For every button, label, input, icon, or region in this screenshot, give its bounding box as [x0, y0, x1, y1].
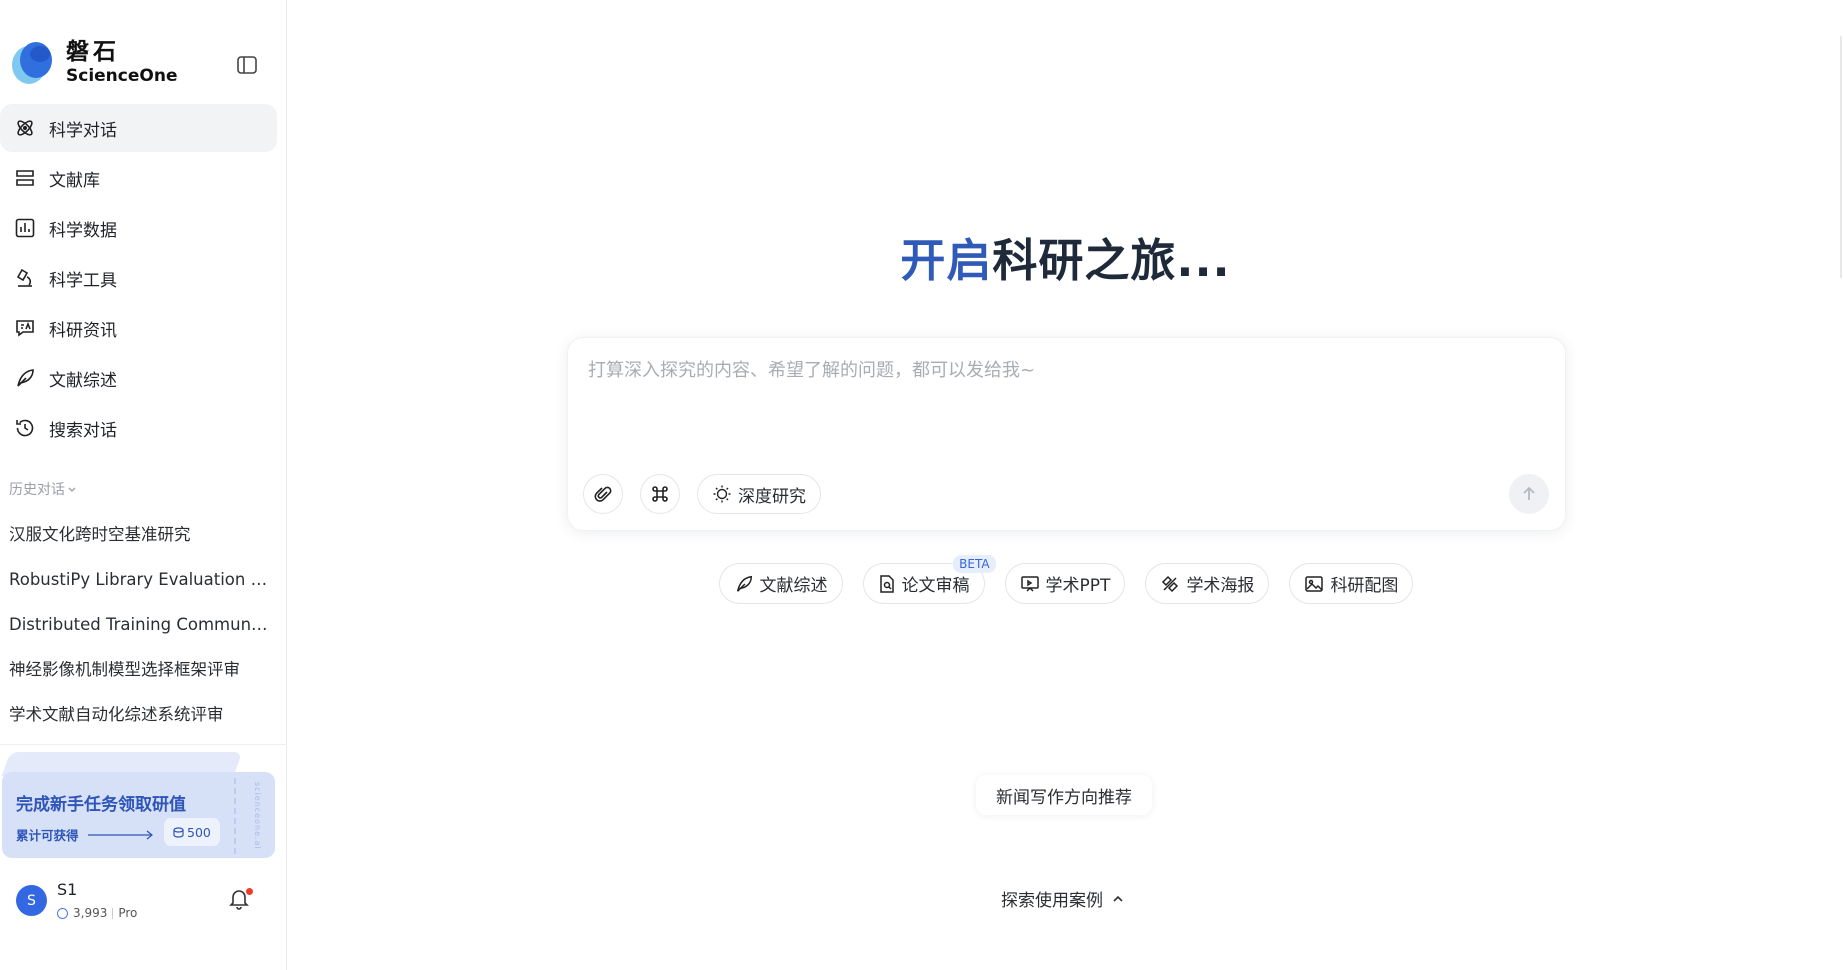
- presentation-icon: [1020, 575, 1039, 592]
- arrow-up-icon: [1523, 486, 1535, 500]
- poster-icon: [1162, 575, 1179, 592]
- tool-paper-review[interactable]: 论文审稿 BETA: [862, 555, 996, 604]
- lightbulb-icon: [713, 485, 731, 503]
- history-item[interactable]: 神经影像机制模型选择框架评审: [9, 647, 271, 692]
- reward-amount: 500: [187, 824, 211, 840]
- chevron-up-icon: [1113, 895, 1123, 902]
- prompt-input[interactable]: [588, 356, 1538, 446]
- brand-name-en: ScienceOne: [66, 66, 178, 86]
- promo-vertical-text: scienceone.ai: [253, 782, 262, 850]
- chevron-down-icon: [68, 487, 76, 492]
- send-button[interactable]: [1509, 474, 1549, 514]
- explore-use-cases-toggle[interactable]: 探索使用案例: [1001, 886, 1125, 911]
- nav-item-search-chat[interactable]: 搜索对话: [0, 404, 277, 452]
- tool-label: 文献综述: [759, 576, 828, 596]
- nav-label: 科研资讯: [49, 320, 117, 341]
- command-icon: [652, 486, 668, 502]
- nav-label: 搜索对话: [49, 420, 117, 441]
- paperclip-icon: [594, 486, 612, 502]
- nav-item-research-news[interactable]: 科研资讯: [0, 304, 277, 352]
- history-list: 汉服文化跨时空基准研究 RobustiPy Library Evaluation…: [9, 512, 271, 737]
- coins-icon: [173, 826, 184, 838]
- nav-label: 科学工具: [49, 270, 117, 291]
- avatar[interactable]: S: [16, 885, 47, 916]
- quick-tools: 文献综述 论文审稿 BETA 学术PPT 学术海报 科研配图: [0, 555, 1843, 604]
- tool-label: 学术海报: [1186, 576, 1255, 596]
- hero-rest: 科研之旅...: [992, 234, 1231, 287]
- nav-label: 文献库: [49, 170, 100, 191]
- nav-item-library[interactable]: 文献库: [0, 154, 277, 202]
- tool-literature-review[interactable]: 文献综述: [718, 563, 843, 604]
- divider: [0, 744, 287, 745]
- newbie-task-banner[interactable]: 完成新手任务领取研值 累计可获得 500 scienceone.ai: [1, 752, 275, 858]
- attach-button[interactable]: [583, 474, 623, 514]
- scienceone-logo: [12, 40, 52, 86]
- history-title: 历史对话: [9, 482, 65, 498]
- suggestion-chip[interactable]: 新闻写作方向推荐: [976, 775, 1152, 815]
- tool-academic-poster[interactable]: 学术海报: [1145, 563, 1270, 604]
- history-section-toggle[interactable]: 历史对话: [9, 479, 77, 499]
- tool-academic-ppt[interactable]: 学术PPT: [1004, 563, 1126, 604]
- sidebar-toggle-icon[interactable]: [234, 52, 260, 78]
- nav-item-science-chat[interactable]: 科学对话: [0, 104, 277, 152]
- reward-pill: 500: [164, 818, 220, 846]
- user-meta: 3,993 Pro: [57, 906, 137, 920]
- explore-label: 探索使用案例: [1001, 891, 1103, 911]
- history-item[interactable]: Distributed Training Communic...: [9, 602, 271, 647]
- nav-label: 科学数据: [49, 220, 117, 241]
- hero-accent: 开启: [900, 234, 993, 287]
- document-search-icon: [879, 574, 894, 593]
- atom-icon: [13, 116, 37, 140]
- main-nav: 科学对话 文献库 科学数据 科学工具 科研资讯 文献综述 搜索对话: [0, 104, 277, 454]
- nav-item-literature-review[interactable]: 文献综述: [0, 354, 277, 402]
- deep-research-toggle[interactable]: 深度研究: [697, 474, 821, 514]
- feather-icon: [736, 575, 752, 592]
- image-icon: [1305, 575, 1324, 592]
- library-icon: [13, 166, 37, 190]
- brand-name-cn: 磐石: [66, 39, 120, 65]
- history-item[interactable]: 学术文献自动化综述系统评审: [9, 692, 271, 737]
- user-plan: Pro: [118, 906, 138, 920]
- notification-bell-icon[interactable]: [228, 886, 254, 912]
- news-icon: [13, 316, 37, 340]
- nav-label: 文献综述: [49, 370, 117, 391]
- nav-label: 科学对话: [49, 120, 117, 141]
- beta-badge: BETA: [953, 555, 996, 573]
- chat-composer: 深度研究: [567, 337, 1566, 531]
- arrow-right-icon: [88, 830, 153, 840]
- brand[interactable]: 磐石 ScienceOne: [12, 40, 177, 86]
- page-title: 开启科研之旅...: [288, 224, 1843, 289]
- tool-research-figure[interactable]: 科研配图: [1289, 563, 1414, 604]
- chart-icon: [13, 216, 37, 240]
- coin-icon: [57, 907, 68, 919]
- history-item[interactable]: 汉服文化跨时空基准研究: [9, 512, 271, 557]
- nav-item-science-tools[interactable]: 科学工具: [0, 254, 277, 302]
- user-profile[interactable]: S S1 3,993 Pro: [16, 880, 266, 922]
- promo-subtitle: 累计可获得: [16, 828, 79, 843]
- nav-item-science-data[interactable]: 科学数据: [0, 204, 277, 252]
- notification-dot: [246, 888, 253, 895]
- deep-research-label: 深度研究: [738, 486, 806, 507]
- promo-title: 完成新手任务领取研值: [16, 795, 186, 815]
- microscope-icon: [13, 266, 37, 290]
- sidebar: 磐石 ScienceOne 科学对话 文献库 科学数据 科学工具 科研资讯 文献…: [0, 0, 287, 970]
- user-name: S1: [57, 880, 78, 899]
- user-points: 3,993: [73, 906, 108, 920]
- feather-icon: [13, 366, 37, 390]
- tool-label: 学术PPT: [1045, 576, 1111, 596]
- tool-label: 科研配图: [1330, 576, 1399, 596]
- tool-label: 论文审稿: [901, 576, 970, 596]
- history-icon: [13, 416, 37, 440]
- command-button[interactable]: [640, 474, 680, 514]
